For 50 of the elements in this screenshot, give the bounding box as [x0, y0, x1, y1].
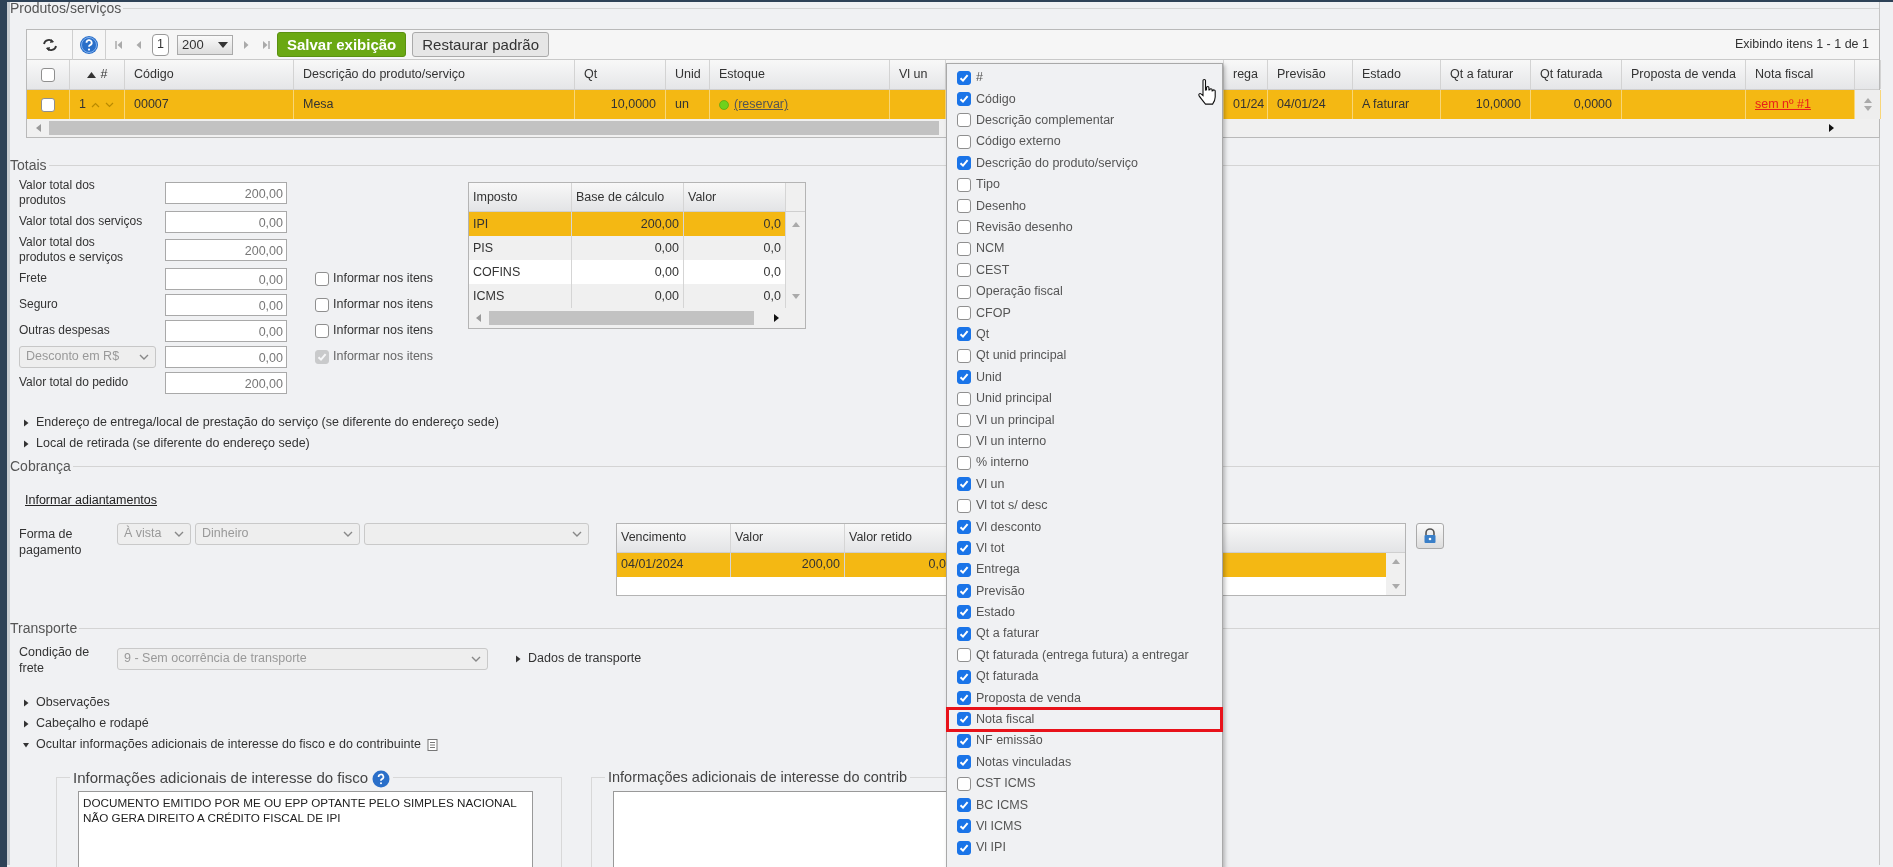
- select-value: Desconto em R$: [26, 348, 120, 366]
- table-cell-text: 0,0: [763, 287, 781, 305]
- checkbox-label: Informar nos itens: [333, 348, 434, 366]
- table-cell-text: COFINS: [473, 263, 521, 281]
- table-cell-text: un: [675, 96, 689, 114]
- table-cell-text: 0,0: [763, 239, 781, 257]
- field-label: Valor total do pedido: [19, 375, 130, 390]
- item-count: Exibindo itens 1 - 1 de 1: [1734, 36, 1869, 54]
- table-cell-text: 00007: [134, 96, 169, 114]
- page-size-value: 200: [182, 35, 204, 54]
- table-cell-text: 10,0000: [610, 96, 656, 114]
- field-label: Valor total dos serviços: [19, 214, 144, 229]
- table-cell-text: ICMS: [473, 287, 505, 305]
- table-cell-text: PIS: [473, 239, 494, 257]
- table-cell-text: 0,00: [654, 263, 679, 281]
- field-label: Seguro: [19, 297, 59, 312]
- table-cell-text: 10,0000: [1475, 96, 1521, 114]
- table-cell-text: 01/24: [1233, 96, 1265, 114]
- section-title: Transporte: [10, 618, 78, 638]
- fieldset-title: Informações adicionais de interesse do fisco: [73, 768, 369, 789]
- table-cell-text: IPI: [473, 215, 489, 233]
- field-label: Outras despesas: [19, 323, 111, 338]
- table-cell-text: 200,00: [640, 215, 679, 233]
- table-cell-text: Mesa: [303, 96, 334, 114]
- table-cell-text: 0,0: [763, 263, 781, 281]
- section-title: Cobrança: [10, 457, 71, 476]
- field-label: Valor total dos produtos: [19, 178, 96, 208]
- table-cell-text: 1: [79, 96, 86, 114]
- select-value: 9 - Sem ocorrência de transporte: [124, 650, 307, 668]
- field-label: Condição de frete: [19, 643, 91, 677]
- select-value: À vista: [124, 524, 162, 543]
- fieldset-title: Informações adicionais de interesse do contrib: [608, 768, 908, 788]
- field-label: Valor total dos produtos e serviços: [19, 235, 125, 265]
- table-cell-text: 0,0: [928, 556, 946, 574]
- checkbox-label: Informar nos itens: [333, 296, 434, 314]
- table-cell-text: 200,00: [801, 556, 840, 574]
- checkbox-label: Informar nos itens: [333, 270, 434, 288]
- table-cell-text: 0,00: [654, 239, 679, 257]
- section-title: Totais: [10, 156, 47, 175]
- field-label: Frete: [19, 271, 48, 286]
- checkbox-label: Informar nos itens: [333, 322, 434, 340]
- select-value: Dinheiro: [202, 525, 249, 543]
- table-cell-text: 0,00: [654, 287, 679, 305]
- table-cell-text: 04/01/24: [1277, 96, 1326, 114]
- table-cell-text: 04/01/2024: [621, 556, 684, 574]
- table-cell-text: 0,0000: [1573, 96, 1612, 114]
- table-cell-text: A faturar: [1362, 96, 1410, 114]
- field-label: Forma de pagamento: [19, 525, 83, 559]
- section-title: Produtos/serviços: [10, 2, 122, 18]
- table-cell-text: 0,0: [763, 215, 781, 233]
